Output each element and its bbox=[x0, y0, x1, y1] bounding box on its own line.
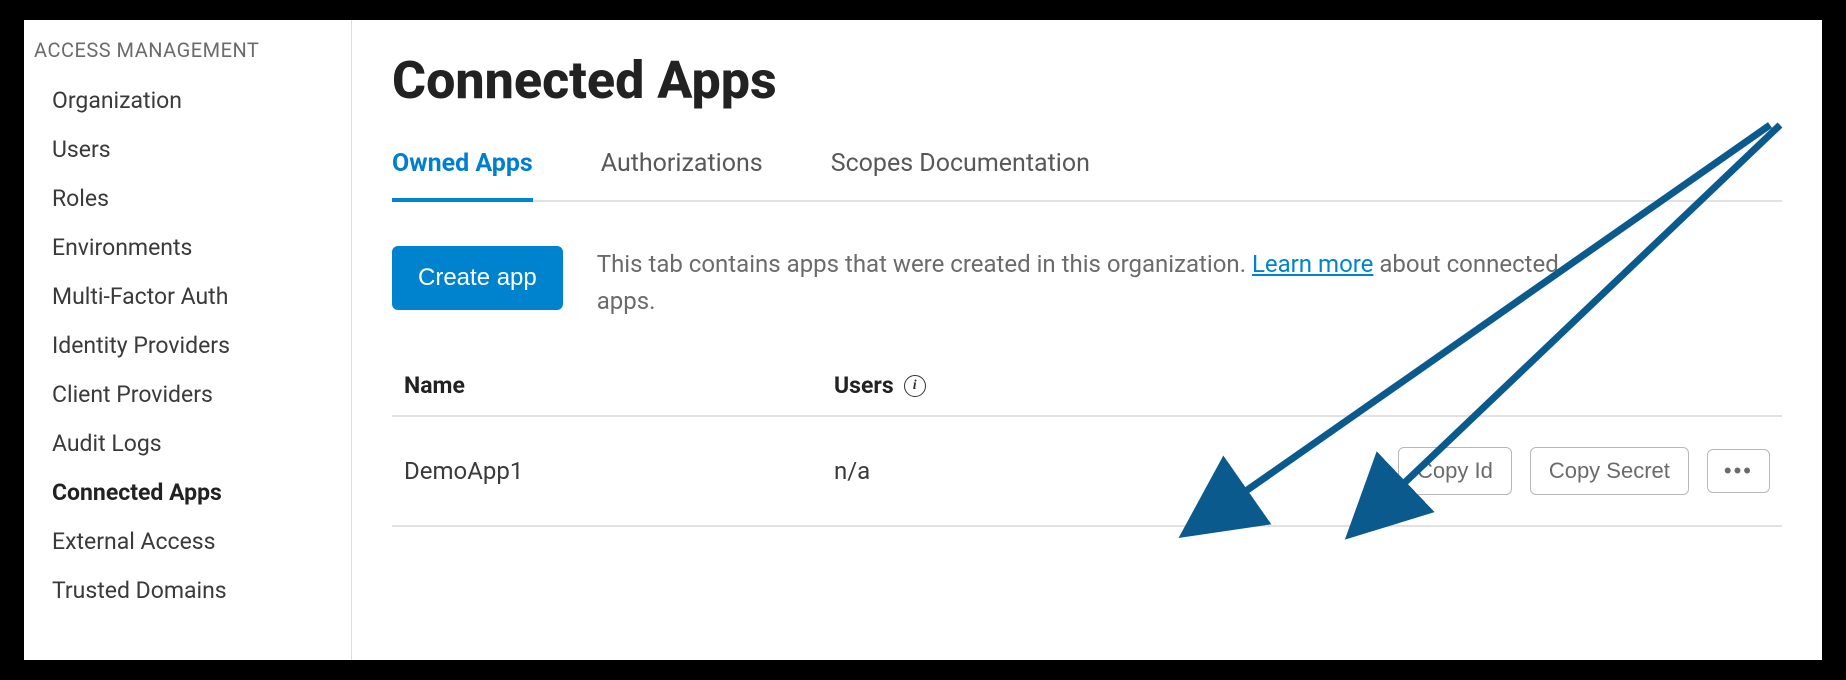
dots-icon: ••• bbox=[1724, 458, 1753, 483]
sidebar-item-mfa[interactable]: Multi-Factor Auth bbox=[24, 272, 351, 321]
col-name: Name bbox=[404, 372, 834, 399]
tab-authorizations[interactable]: Authorizations bbox=[601, 149, 763, 202]
create-app-button[interactable]: Create app bbox=[392, 246, 563, 310]
sidebar-list: Organization Users Roles Environments Mu… bbox=[24, 76, 351, 615]
table-header: Name Users i bbox=[392, 356, 1782, 417]
col-users: Users i bbox=[834, 372, 1134, 399]
sidebar-item-identity-providers[interactable]: Identity Providers bbox=[24, 321, 351, 370]
tabs: Owned Apps Authorizations Scopes Documen… bbox=[392, 149, 1782, 202]
sidebar-item-environments[interactable]: Environments bbox=[24, 223, 351, 272]
sidebar-item-client-providers[interactable]: Client Providers bbox=[24, 370, 351, 419]
table-row: DemoApp1 n/a Copy Id Copy Secret ••• bbox=[392, 417, 1782, 527]
sidebar-item-users[interactable]: Users bbox=[24, 125, 351, 174]
apps-table: Name Users i DemoApp1 n/a Copy Id Copy S… bbox=[392, 356, 1782, 527]
tab-description: This tab contains apps that were created… bbox=[597, 246, 1597, 320]
tab-body: Create app This tab contains apps that w… bbox=[392, 202, 1782, 527]
sidebar-item-audit-logs[interactable]: Audit Logs bbox=[24, 419, 351, 468]
window: ACCESS MANAGEMENT Organization Users Rol… bbox=[24, 20, 1822, 660]
cell-actions: Copy Id Copy Secret ••• bbox=[1398, 447, 1770, 495]
cell-users: n/a bbox=[834, 457, 1134, 485]
tab-scopes-documentation[interactable]: Scopes Documentation bbox=[831, 149, 1090, 202]
main: Connected Apps Owned Apps Authorizations… bbox=[352, 20, 1822, 660]
info-icon[interactable]: i bbox=[904, 375, 926, 397]
cell-name[interactable]: DemoApp1 bbox=[404, 457, 834, 485]
sidebar-item-external-access[interactable]: External Access bbox=[24, 517, 351, 566]
sidebar-item-connected-apps[interactable]: Connected Apps bbox=[24, 468, 351, 517]
sidebar-item-roles[interactable]: Roles bbox=[24, 174, 351, 223]
sidebar: ACCESS MANAGEMENT Organization Users Rol… bbox=[24, 20, 352, 660]
sidebar-item-organization[interactable]: Organization bbox=[24, 76, 351, 125]
tab-owned-apps[interactable]: Owned Apps bbox=[392, 149, 533, 202]
copy-secret-button[interactable]: Copy Secret bbox=[1530, 447, 1689, 495]
sidebar-item-trusted-domains[interactable]: Trusted Domains bbox=[24, 566, 351, 615]
sidebar-section-title: ACCESS MANAGEMENT bbox=[24, 32, 351, 76]
page-title: Connected Apps bbox=[392, 50, 1782, 111]
desc-pre: This tab contains apps that were created… bbox=[597, 250, 1252, 278]
copy-id-button[interactable]: Copy Id bbox=[1398, 447, 1512, 495]
learn-more-link[interactable]: Learn more bbox=[1252, 250, 1373, 278]
row-menu-button[interactable]: ••• bbox=[1707, 449, 1770, 493]
col-users-label: Users bbox=[834, 372, 894, 399]
action-row: Create app This tab contains apps that w… bbox=[392, 246, 1782, 320]
